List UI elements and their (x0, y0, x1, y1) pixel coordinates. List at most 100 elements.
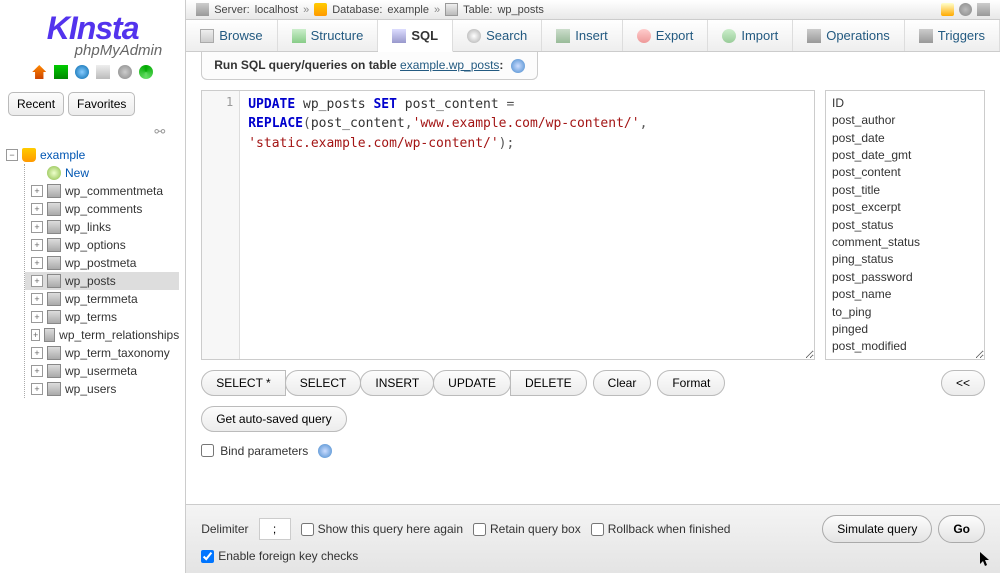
tree-table-wp_commentmeta[interactable]: +wp_commentmeta (25, 182, 179, 200)
tab-import[interactable]: Import (708, 20, 793, 51)
columns-list[interactable]: IDpost_authorpost_datepost_date_gmtpost_… (825, 90, 985, 360)
expand-icon[interactable]: + (31, 293, 43, 305)
column-post_modified[interactable]: post_modified (832, 338, 978, 355)
column-post_name[interactable]: post_name (832, 286, 978, 303)
exit-icon[interactable] (54, 65, 68, 79)
collapse-columns-button[interactable]: << (941, 370, 985, 396)
expand-icon[interactable]: + (31, 311, 43, 323)
clear-button[interactable]: Clear (593, 370, 652, 396)
show-again-checkbox[interactable] (301, 523, 314, 536)
tree-table-wp_comments[interactable]: +wp_comments (25, 200, 179, 218)
tree-db-example[interactable]: − example (6, 146, 179, 164)
column-post_date[interactable]: post_date (832, 130, 978, 147)
insert-icon (556, 29, 570, 43)
expand-icon[interactable]: + (31, 239, 43, 251)
expand-icon[interactable]: + (31, 203, 43, 215)
recent-button[interactable]: Recent (8, 92, 64, 116)
sql-code: UPDATE wp_posts SET post_content = REPLA… (202, 91, 814, 158)
auto-saved-button[interactable]: Get auto-saved query (201, 406, 346, 432)
column-to_ping[interactable]: to_ping (832, 304, 978, 321)
collapse-icon[interactable]: − (6, 149, 18, 161)
bind-params-checkbox[interactable] (201, 444, 214, 457)
retain-checkbox[interactable] (473, 523, 486, 536)
insert-template-button[interactable]: INSERT (360, 370, 434, 396)
tree-table-wp_postmeta[interactable]: +wp_postmeta (25, 254, 179, 272)
tree-table-wp_posts[interactable]: +wp_posts (25, 272, 179, 290)
fk-checks-checkbox[interactable] (201, 550, 214, 563)
tree-new[interactable]: New (25, 164, 179, 182)
select-template-button[interactable]: SELECT (285, 370, 362, 396)
tab-search[interactable]: Search (453, 20, 542, 51)
simulate-button[interactable]: Simulate query (822, 515, 932, 543)
column-post_title[interactable]: post_title (832, 182, 978, 199)
column-ping_status[interactable]: ping_status (832, 251, 978, 268)
tree-table-wp_links[interactable]: +wp_links (25, 218, 179, 236)
column-ID[interactable]: ID (832, 95, 978, 112)
update-template-button[interactable]: UPDATE (433, 370, 511, 396)
column-post_status[interactable]: post_status (832, 217, 978, 234)
rollback-checkbox[interactable] (591, 523, 604, 536)
help-icon[interactable] (511, 59, 525, 73)
sql-editor[interactable]: 1 UPDATE wp_posts SET post_content = REP… (201, 90, 815, 360)
home-icon[interactable] (32, 65, 46, 79)
tree-table-wp_users[interactable]: +wp_users (25, 380, 179, 398)
globe-icon[interactable] (75, 65, 89, 79)
tab-insert[interactable]: Insert (542, 20, 623, 51)
bc-server-value[interactable]: localhost (255, 4, 298, 16)
tree-table-wp_term_taxonomy[interactable]: +wp_term_taxonomy (25, 344, 179, 362)
help-icon[interactable] (318, 444, 332, 458)
column-comment_status[interactable]: comment_status (832, 234, 978, 251)
bc-server-label: Server: (214, 4, 249, 16)
exit-door-icon[interactable] (977, 3, 990, 16)
column-pinged[interactable]: pinged (832, 321, 978, 338)
expand-icon[interactable]: + (31, 275, 43, 287)
tab-operations[interactable]: Operations (793, 20, 905, 51)
expand-icon[interactable]: + (31, 221, 43, 233)
expand-icon[interactable]: + (31, 347, 43, 359)
lock-icon[interactable] (941, 3, 954, 16)
table-icon (47, 238, 61, 252)
column-post_excerpt[interactable]: post_excerpt (832, 199, 978, 216)
delimiter-input[interactable] (259, 518, 291, 540)
go-button[interactable]: Go (938, 515, 985, 543)
tree-table-wp_options[interactable]: +wp_options (25, 236, 179, 254)
table-icon (47, 382, 61, 396)
select-template-button[interactable]: SELECT * (201, 370, 285, 396)
operations-icon (807, 29, 821, 43)
docs-icon[interactable] (96, 65, 110, 79)
gear-icon[interactable] (959, 3, 972, 16)
settings-icon[interactable] (118, 65, 132, 79)
database-icon (22, 148, 36, 162)
delete-template-button[interactable]: DELETE (510, 370, 587, 396)
db-tree: − example New+wp_commentmeta+wp_comments… (0, 146, 185, 398)
server-icon (196, 3, 209, 16)
column-post_author[interactable]: post_author (832, 112, 978, 129)
tab-structure[interactable]: Structure (278, 20, 379, 51)
tab-export[interactable]: Export (623, 20, 709, 51)
tab-browse[interactable]: Browse (186, 20, 277, 51)
tab-sql[interactable]: SQL (378, 20, 453, 52)
expand-icon[interactable]: + (31, 365, 43, 377)
bc-table-value[interactable]: wp_posts (497, 4, 543, 16)
tree-table-wp_termmeta[interactable]: +wp_termmeta (25, 290, 179, 308)
tree-table-wp_terms[interactable]: +wp_terms (25, 308, 179, 326)
column-post_content[interactable]: post_content (832, 164, 978, 181)
column-post_date_gmt[interactable]: post_date_gmt (832, 147, 978, 164)
refresh-icon[interactable] (139, 65, 153, 79)
expand-icon[interactable]: + (31, 257, 43, 269)
bc-db-value[interactable]: example (387, 4, 429, 16)
tree-table-wp_term_relationships[interactable]: +wp_term_relationships (25, 326, 179, 344)
column-post_modified_gmt[interactable]: post_modified_gmt (832, 356, 978, 360)
expand-icon[interactable]: + (31, 185, 43, 197)
column-post_password[interactable]: post_password (832, 269, 978, 286)
tree-table-wp_usermeta[interactable]: +wp_usermeta (25, 362, 179, 380)
favorites-button[interactable]: Favorites (68, 92, 135, 116)
tab-triggers[interactable]: Triggers (905, 20, 1000, 51)
table-icon (445, 3, 458, 16)
link-icon[interactable]: ⚯ (0, 120, 185, 146)
prompt-target[interactable]: example.wp_posts (400, 58, 499, 72)
delimiter-label: Delimiter (201, 522, 248, 536)
expand-icon[interactable]: + (31, 383, 43, 395)
expand-icon[interactable]: + (31, 329, 40, 341)
format-button[interactable]: Format (657, 370, 725, 396)
